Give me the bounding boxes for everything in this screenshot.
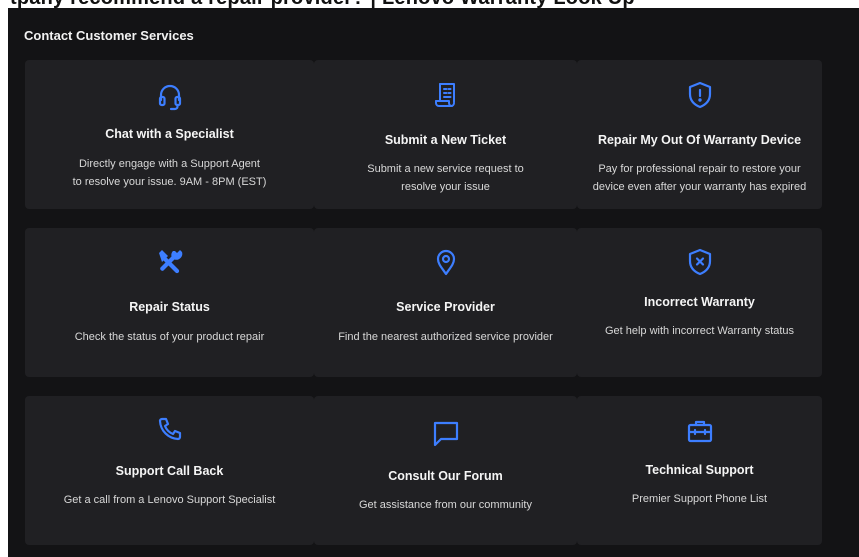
phone-icon [155, 415, 185, 445]
card-description-line: Check the status of your product repair [74, 331, 265, 343]
card-technical-support[interactable]: Technical Support Premier Support Phone … [577, 396, 822, 545]
card-repair-status[interactable]: Repair Status Check the status of your p… [25, 228, 314, 377]
card-chat-specialist[interactable]: Chat with a Specialist Directly engage w… [25, 60, 314, 209]
card-title: Repair Status [129, 300, 210, 314]
card-title: Repair My Out Of Warranty Device [597, 133, 802, 147]
chat-bubble-icon [431, 418, 461, 448]
contact-services-panel: Contact Customer Services Chat with a Sp… [8, 8, 859, 557]
card-description: Get assistance from our community [322, 496, 569, 514]
card-title: Chat with a Specialist [105, 127, 234, 141]
card-description-line: device even after your warranty has expi… [592, 181, 807, 193]
card-description-line: Directly engage with a Support Agent [78, 158, 260, 170]
card-repair-out-of-warranty[interactable]: Repair My Out Of Warranty Device Pay for… [577, 60, 822, 209]
panel-title: Contact Customer Services [24, 28, 194, 43]
card-incorrect-warranty[interactable]: Incorrect Warranty Get help with incorre… [577, 228, 822, 377]
card-description: Find the nearest authorized service prov… [322, 328, 569, 346]
card-description-line: to resolve your issue. 9AM - 8PM (EST) [72, 176, 267, 188]
card-description: Directly engage with a Support Agent to … [33, 155, 306, 191]
page-heading-text: tpany recommend a repair provider? | Len… [10, 0, 635, 8]
ticket-receipt-icon [431, 80, 461, 110]
card-description-line: Premier Support Phone List [631, 493, 768, 505]
map-pin-icon [431, 247, 461, 277]
card-consult-forum[interactable]: Consult Our Forum Get assistance from ou… [314, 396, 577, 545]
card-description: Premier Support Phone List [585, 490, 814, 508]
card-title: Consult Our Forum [388, 469, 503, 483]
page-heading-clipped: tpany recommend a repair provider? | Len… [0, 0, 859, 8]
card-description: Get help with incorrect Warranty status [585, 322, 814, 340]
card-description-line: Pay for professional repair to restore y… [598, 163, 801, 175]
card-title: Support Call Back [115, 464, 224, 478]
tools-icon [155, 247, 185, 277]
card-description-line: Get a call from a Lenovo Support Special… [63, 494, 276, 506]
card-description: Pay for professional repair to restore y… [585, 160, 814, 196]
card-description-line: Find the nearest authorized service prov… [338, 331, 553, 343]
card-description-line: Get assistance from our community [358, 499, 532, 511]
toolbox-icon [685, 416, 715, 446]
services-grid: Chat with a Specialist Directly engage w… [25, 60, 859, 545]
card-description-line: Get help with incorrect Warranty status [604, 325, 795, 337]
card-description: Check the status of your product repair [33, 328, 306, 346]
card-support-call-back[interactable]: Support Call Back Get a call from a Leno… [25, 396, 314, 545]
card-title: Service Provider [396, 300, 495, 314]
card-description-line: resolve your issue [401, 181, 490, 193]
card-title: Incorrect Warranty [644, 295, 755, 309]
card-description: Submit a new service request to resolve … [322, 160, 569, 196]
headset-icon [155, 81, 185, 111]
card-description-line: Submit a new service request to [367, 163, 524, 175]
card-title: Submit a New Ticket [384, 133, 507, 147]
card-submit-ticket[interactable]: Submit a New Ticket Submit a new service… [314, 60, 577, 209]
card-title: Technical Support [645, 463, 754, 477]
card-description: Get a call from a Lenovo Support Special… [33, 491, 306, 509]
card-service-provider[interactable]: Service Provider Find the nearest author… [314, 228, 577, 377]
shield-x-icon [685, 247, 715, 277]
shield-alert-icon [685, 80, 715, 110]
